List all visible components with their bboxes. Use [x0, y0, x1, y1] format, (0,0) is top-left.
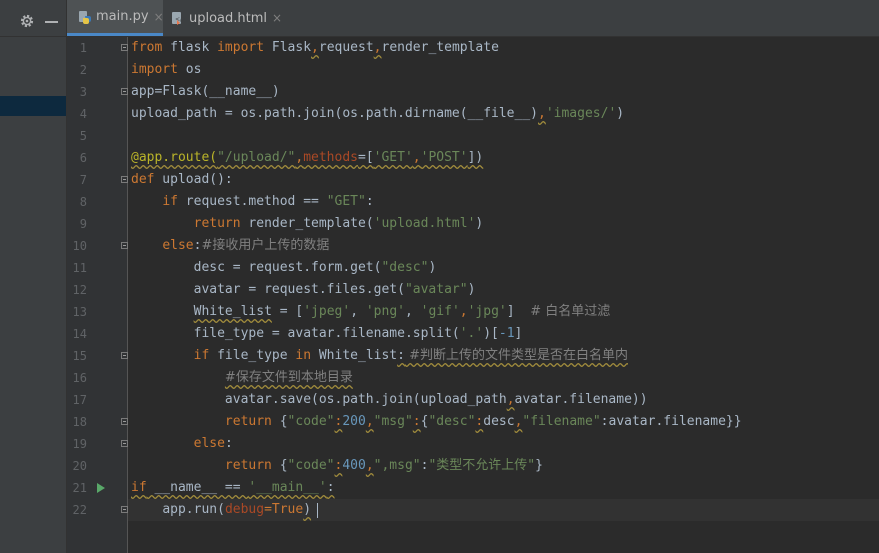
project-tree-selected-row[interactable] — [0, 96, 66, 116]
fold-icon[interactable] — [121, 176, 128, 183]
tab-main-py[interactable]: main.py × — [67, 0, 164, 36]
line-number: 19 — [72, 437, 87, 451]
code-line-22: app.run(debug=True) — [162, 502, 312, 517]
code-line-11: desc = request.form.get("desc") — [193, 260, 437, 275]
tab-upload-html-label: upload.html — [189, 10, 268, 26]
line-number: 1 — [79, 41, 87, 55]
code-line-18: return {"code":200,"msg":{"desc":desc,"f… — [224, 414, 742, 429]
code-line-15: if file_type in White_list: #判断上传的文件类型是否… — [193, 348, 628, 363]
line-number: 10 — [72, 239, 87, 253]
code-line-14: file_type = avatar.filename.split('.')[-… — [193, 326, 523, 341]
project-panel — [0, 0, 67, 553]
code-line-7: def upload(): — [131, 172, 233, 187]
project-panel-toolbar — [0, 0, 66, 36]
code-line-19: else: — [193, 436, 233, 451]
tab-main-py-label: main.py — [96, 9, 149, 24]
code-line-12: avatar = request.files.get("avatar") — [193, 282, 476, 297]
line-number: 11 — [72, 261, 87, 275]
line-number-gutter: 1 2 3 4 5 6 7 8 9 10 11 12 13 14 15 16 1… — [67, 37, 128, 553]
fold-icon[interactable] — [121, 88, 128, 95]
minimize-icon[interactable] — [45, 21, 58, 23]
code-line-21: if __name__ == '__main__': — [131, 480, 335, 495]
code-line-6: @app.route("/upload/",methods=['GET','PO… — [131, 150, 484, 165]
line-number: 13 — [72, 305, 87, 319]
python-file-icon — [79, 10, 91, 24]
line-number: 9 — [79, 217, 87, 231]
text-caret — [317, 503, 318, 518]
code-editor[interactable]: from flask import Flask,request,render_t… — [128, 37, 879, 553]
panel-divider — [0, 36, 66, 37]
close-icon[interactable]: × — [272, 11, 282, 25]
line-number: 8 — [79, 195, 87, 209]
code-line-13: White_list = ['jpeg', 'png', 'gif','jpg'… — [193, 304, 611, 319]
line-number: 3 — [79, 85, 87, 99]
line-number: 15 — [72, 349, 87, 363]
tab-upload-html[interactable]: </> upload.html × — [163, 0, 287, 36]
line-number: 22 — [72, 503, 87, 517]
fold-icon[interactable] — [121, 506, 128, 513]
line-number: 17 — [72, 393, 87, 407]
code-line-10: else:#接收用户上传的数据 — [162, 238, 330, 253]
line-number: 6 — [79, 151, 87, 165]
fold-icon[interactable] — [121, 440, 128, 447]
code-line-8: if request.method == "GET": — [162, 194, 374, 209]
line-number: 2 — [79, 63, 87, 77]
line-number: 20 — [72, 459, 87, 473]
line-number: 16 — [72, 371, 87, 385]
svg-text:</>: </> — [175, 16, 185, 23]
line-number: 4 — [79, 107, 87, 121]
line-number: 21 — [72, 481, 87, 495]
run-gutter-icon[interactable] — [97, 483, 105, 493]
line-number: 5 — [79, 129, 87, 143]
html-file-icon: </> — [172, 12, 185, 25]
fold-icon[interactable] — [121, 242, 128, 249]
code-line-2: import os — [131, 62, 202, 77]
editor-tab-bar: main.py × </> upload.html × — [67, 0, 879, 37]
fold-icon[interactable] — [121, 44, 128, 51]
code-line-17: avatar.save(os.path.join(upload_path,ava… — [224, 392, 648, 407]
code-line-1: from flask import Flask,request,render_t… — [131, 40, 499, 55]
code-line-3: app=Flask(__name__) — [131, 84, 280, 99]
line-number: 18 — [72, 415, 87, 429]
fold-icon[interactable] — [121, 352, 128, 359]
line-number: 12 — [72, 283, 87, 297]
line-number: 7 — [79, 173, 87, 187]
code-line-9: return render_template('upload.html') — [193, 216, 484, 231]
line-number: 14 — [72, 327, 87, 341]
code-line-4: upload_path = os.path.join(os.path.dirna… — [131, 106, 625, 121]
code-line-16: #保存文件到本地目录 — [224, 370, 353, 385]
gear-icon[interactable] — [19, 13, 35, 29]
fold-icon[interactable] — [121, 418, 128, 425]
code-line-20: return {"code":400,",msg":"类型不允许上传"} — [224, 458, 543, 473]
